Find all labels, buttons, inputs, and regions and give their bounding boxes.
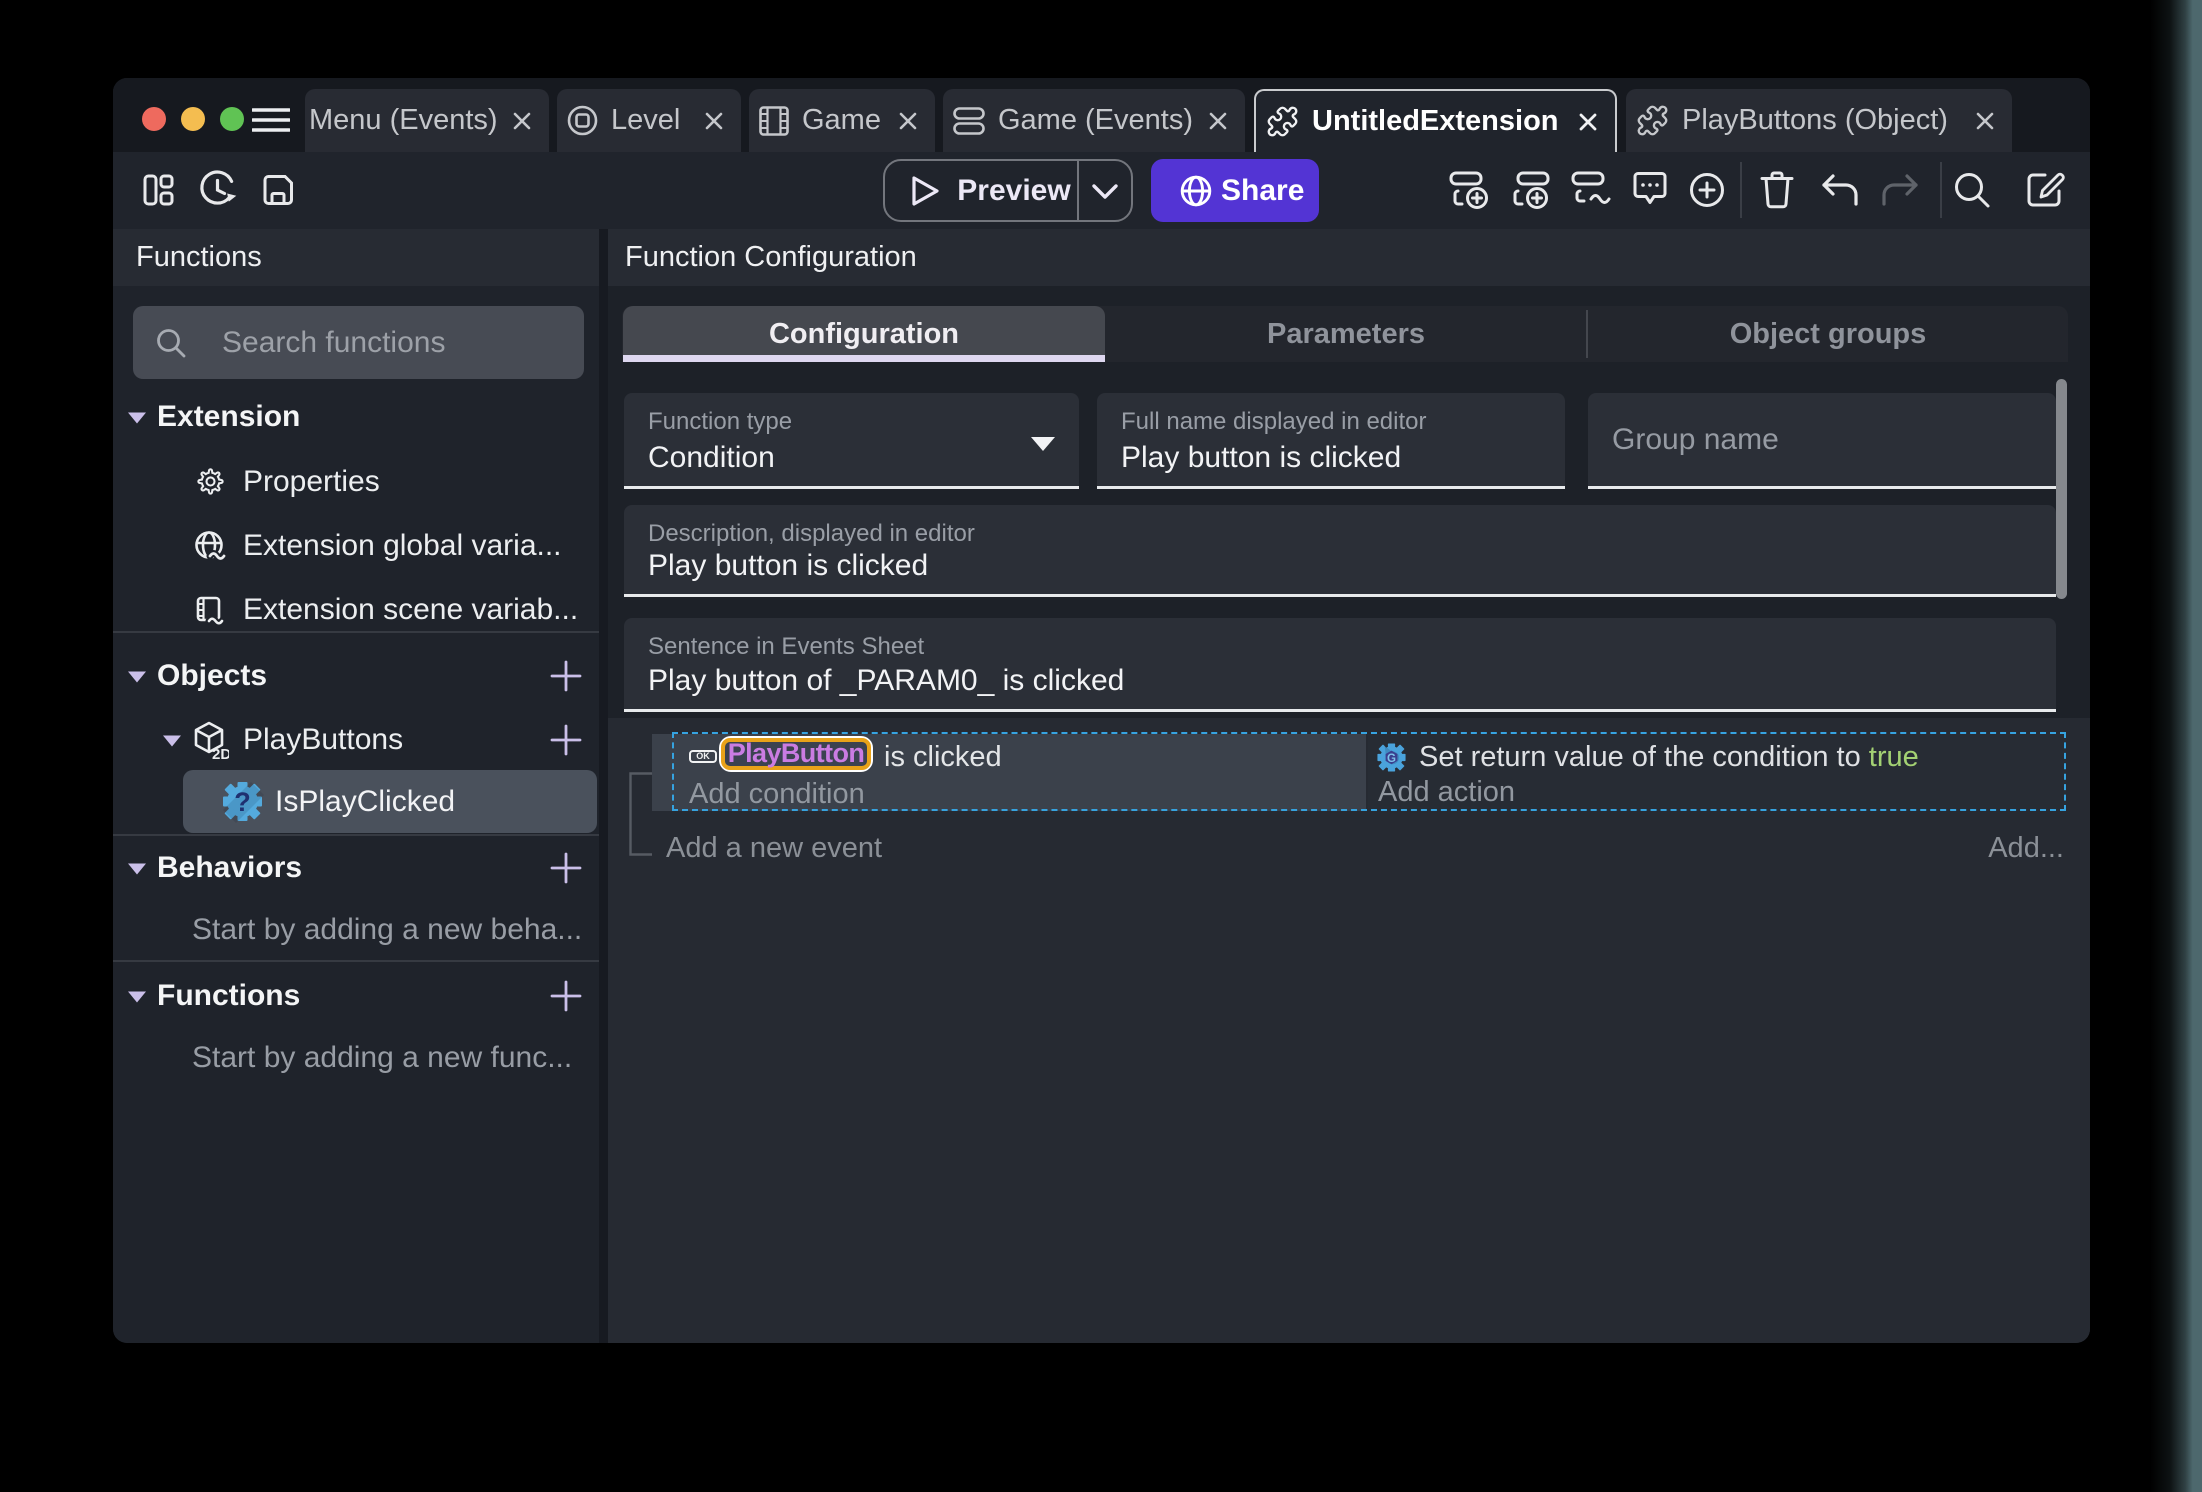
svg-text:2D: 2D: [212, 746, 229, 759]
svg-text:G: G: [1387, 753, 1396, 765]
svg-text:?: ?: [234, 787, 251, 817]
